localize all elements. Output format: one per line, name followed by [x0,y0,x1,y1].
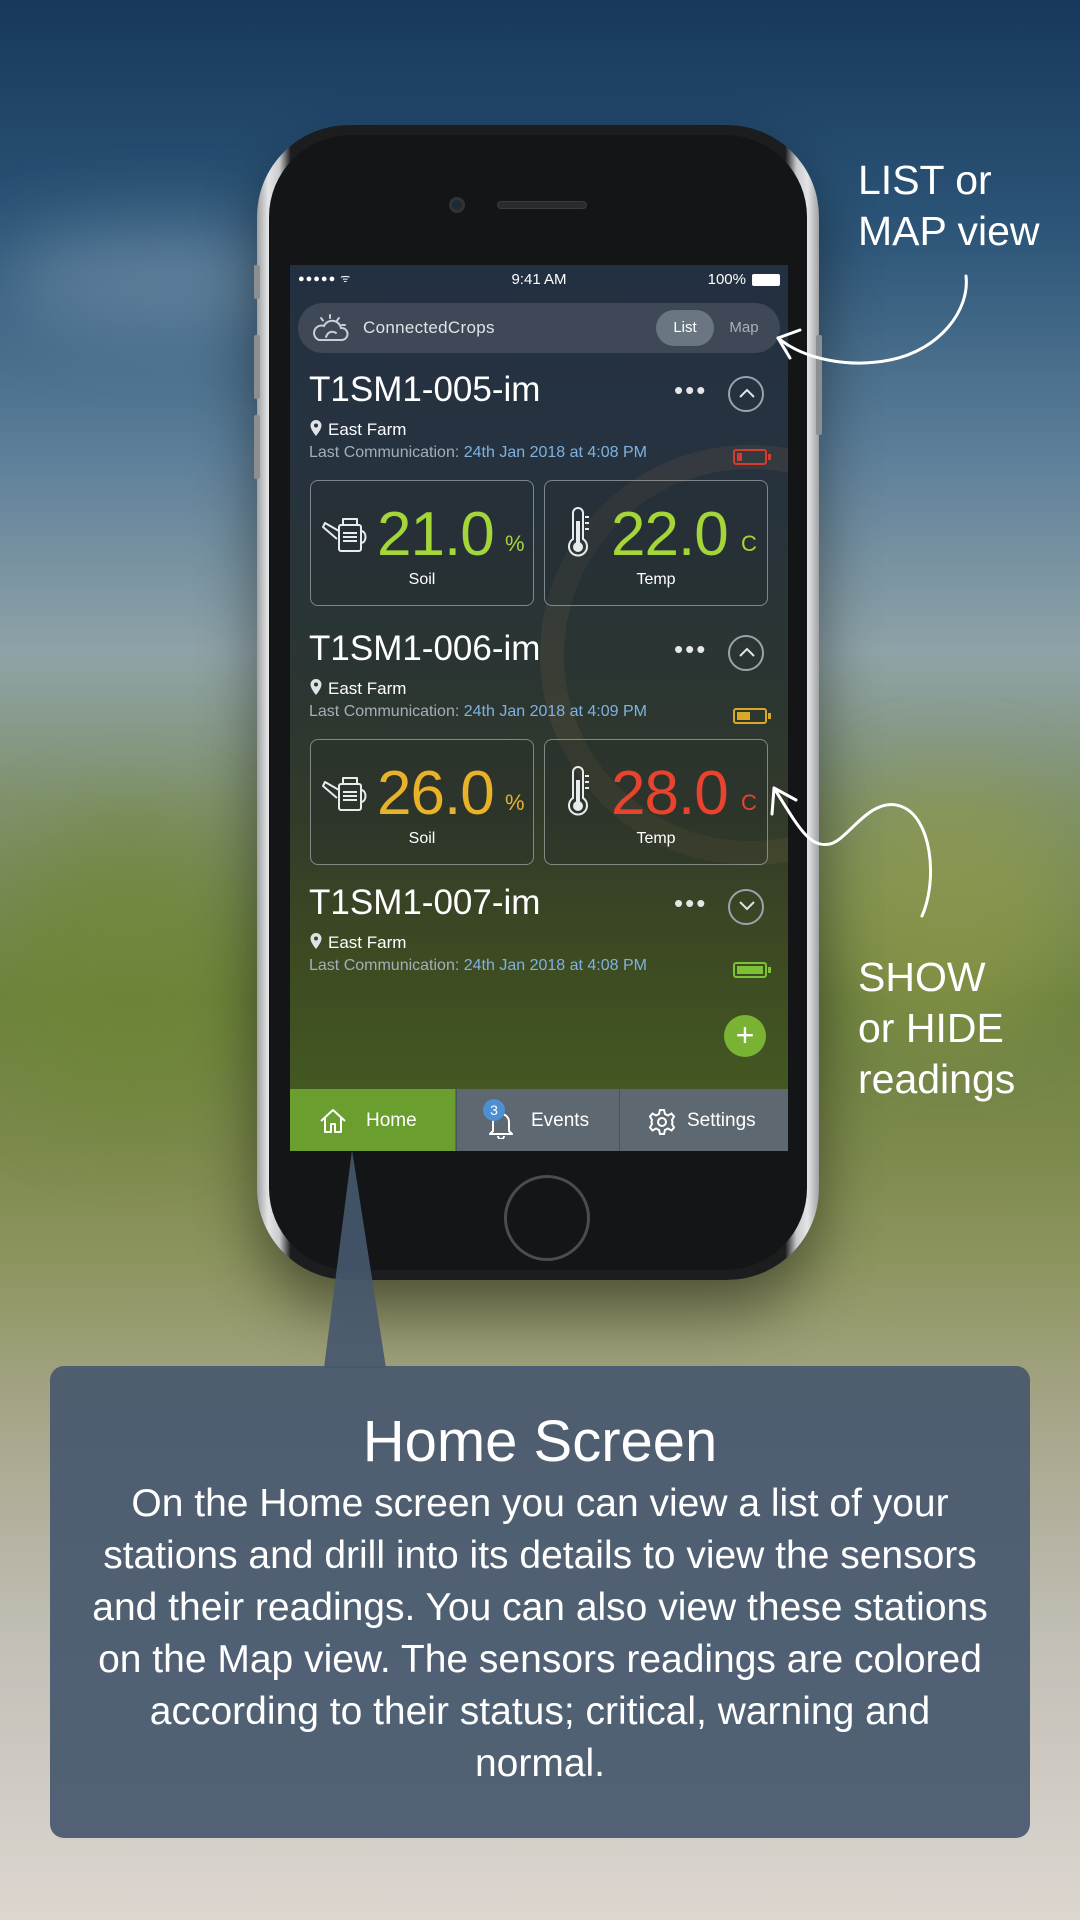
soil-unit: % [505,790,525,815]
station-name: T1SM1-005-im [309,370,541,409]
soil-label: Soil [408,571,436,588]
temp-label: Temp [636,571,676,588]
events-badge: 3 [483,1099,505,1121]
tab-settings[interactable]: Settings [621,1089,788,1151]
tab-events[interactable]: 3 Events [456,1089,620,1151]
last-communication-label: Last Communication: [309,957,464,974]
list-map-annotation: LIST or MAP view [858,155,1040,257]
volume-up-button [254,335,260,399]
status-bar: ●●●●● ᯤ 9:41 AM 100% [290,265,788,295]
tab-home[interactable]: Home [290,1089,455,1151]
gear-icon [648,1109,676,1135]
collapse-chevron-icon[interactable] [728,376,764,412]
app-header: ConnectedCrops List Map [298,303,780,353]
battery-percent: 100% [707,271,746,288]
watering-can-icon [322,777,367,811]
callout-pointer [324,1150,386,1368]
collapse-chevron-icon[interactable] [728,635,764,671]
mute-switch [254,265,260,299]
tab-home-label: Home [366,1110,417,1131]
last-communication: Last Communication: 24th Jan 2018 at 4:0… [309,444,647,462]
soil-value: 26.0 [377,759,495,828]
temp-reading-card: 28.0 C Temp [544,739,768,865]
temp-reading-card: 22.0 C Temp [544,480,768,606]
add-station-button[interactable]: + [724,1015,766,1057]
location-pin-icon [310,933,322,949]
tab-bar: Home 3 Events Settings [290,1089,788,1151]
tab-settings-label: Settings [687,1110,756,1131]
last-communication: Last Communication: 24th Jan 2018 at 4:0… [309,703,647,721]
station-location: East Farm [328,679,407,698]
brand-name: ConnectedCrops [363,318,495,337]
thermometer-icon [568,766,589,816]
volume-down-button [254,415,260,479]
show-hide-annotation: SHOW or HIDE readings [858,952,1015,1105]
last-communication-date: 24th Jan 2018 at 4:09 PM [463,703,647,720]
more-options-icon[interactable]: ••• [674,636,707,662]
last-communication: Last Communication: 24th Jan 2018 at 4:0… [309,957,647,975]
annotation-line: or HIDE [858,1005,1004,1051]
callout-body: On the Home screen you can view a list o… [92,1482,988,1785]
list-view-toggle[interactable]: List [656,310,714,346]
show-hide-arrow-icon [770,786,933,918]
soil-reading-card: 21.0 % Soil [310,480,534,606]
soil-unit: % [505,531,525,556]
annotation-line: LIST or [858,157,992,203]
more-options-icon[interactable]: ••• [674,890,707,916]
annotation-line: MAP view [858,208,1040,254]
last-communication-date: 24th Jan 2018 at 4:08 PM [463,957,647,974]
temp-unit: C [741,531,757,556]
expand-chevron-icon[interactable] [728,889,764,925]
logo-icon [313,314,349,341]
station-name: T1SM1-007-im [309,883,541,922]
soil-reading-card: 26.0 % Soil [310,739,534,865]
battery-full-icon [733,962,771,978]
last-communication-label: Last Communication: [309,703,464,720]
station-name: T1SM1-006-im [309,629,541,668]
app-screen: ●●●●● ᯤ 9:41 AM 100% ConnectedCrops List… [290,265,788,1151]
earpiece-speaker [497,201,587,209]
station-location: East Farm [328,420,407,439]
front-camera [449,197,465,213]
temp-label: Temp [636,830,676,847]
more-options-icon[interactable]: ••• [674,377,707,403]
tab-events-label: Events [531,1110,590,1131]
soil-label: Soil [408,830,436,847]
list-map-arrow-icon [776,274,968,365]
home-button[interactable] [504,1175,590,1261]
annotation-line: readings [858,1056,1016,1102]
temp-unit: C [741,790,757,815]
watering-can-icon [322,518,367,552]
soil-value: 21.0 [377,500,495,569]
temp-value: 28.0 [611,759,729,828]
home-icon [320,1109,346,1133]
callout-title: Home Screen [362,1409,718,1474]
home-screen-callout: Home Screen On the Home screen you can v… [50,1366,1030,1838]
temp-value: 22.0 [611,500,729,569]
station-location: East Farm [328,933,407,952]
battery-critical-icon [733,449,771,465]
background-field [0,820,260,1120]
thermometer-icon [568,507,589,557]
last-communication-date: 24th Jan 2018 at 4:08 PM [463,444,647,461]
annotation-line: SHOW [858,954,986,1000]
location-pin-icon [310,679,322,695]
location-pin-icon [310,420,322,436]
last-communication-label: Last Communication: [309,444,464,461]
battery-warning-icon [733,708,771,724]
